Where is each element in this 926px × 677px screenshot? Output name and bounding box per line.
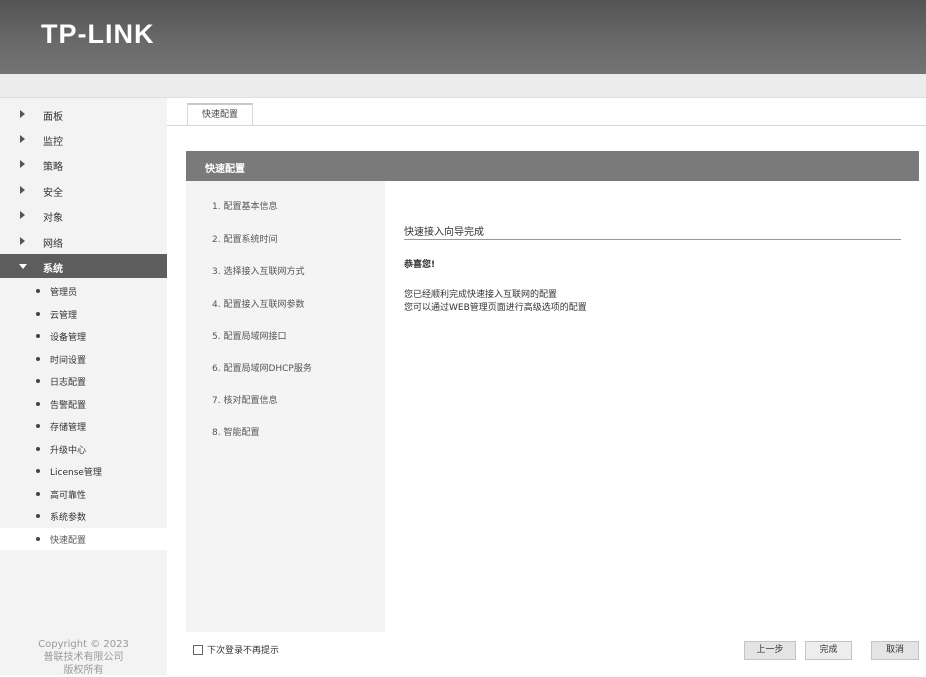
sidebar-subitem-label: 云管理 [50,311,78,321]
caret-right-icon [20,110,25,118]
sidebar-subitem-label: 升级中心 [50,446,87,456]
caret-right-icon [20,160,25,168]
bullet-icon [36,379,40,383]
sidebar-item-label: 对象 [43,213,63,224]
completion-title: 快速接入向导完成 [404,227,484,238]
tab-quick-setup[interactable]: 快速配置 [187,103,253,126]
sidebar-item-security[interactable]: 安全 [0,178,167,202]
wizard-step: 8. 智能配置 [212,428,260,438]
bullet-icon [36,334,40,338]
sidebar-subitem-label: License管理 [50,468,102,478]
sidebar-subitem-label: 设备管理 [50,333,87,343]
sidebar-item-label: 系统 [43,264,63,275]
sidebar-subitem-quick-setup[interactable]: 快速配置 [0,528,167,550]
bullet-icon [36,402,40,406]
checkbox-icon[interactable] [193,645,203,655]
caret-right-icon [20,186,25,194]
finish-button[interactable]: 完成 [805,641,852,660]
top-header: TP-LINK [0,0,926,74]
brand-logo: TP-LINK [41,19,155,49]
sidebar-subitem-cloud[interactable]: 云管理 [0,303,167,325]
company-line: 普联技术有限公司 [43,652,124,663]
sidebar-item-system[interactable]: 系统 [0,254,167,278]
wizard-step: 7. 核对配置信息 [212,396,278,406]
bullet-icon [36,537,40,541]
sidebar-subitem-time[interactable]: 时间设置 [0,348,167,370]
wizard-step: 4. 配置接入互联网参数 [212,300,305,310]
cancel-button[interactable]: 取消 [871,641,919,660]
sidebar-item-label: 监控 [43,137,63,148]
sidebar-subitem-upgrade[interactable]: 升级中心 [0,438,167,460]
sidebar-subitem-label: 日志配置 [50,378,87,388]
wizard-steps: 1. 配置基本信息 2. 配置系统时间 3. 选择接入互联网方式 4. 配置接入… [186,181,385,632]
sidebar-subitem-admin[interactable]: 管理员 [0,280,167,302]
wizard-step: 5. 配置局域网接口 [212,332,287,342]
sidebar-item-network[interactable]: 网络 [0,229,167,253]
copyright-line: Copyright © 2023 [38,639,129,650]
caret-down-icon [19,264,27,269]
sidebar-subitem-alarm[interactable]: 告警配置 [0,393,167,415]
sidebar-subitem-params[interactable]: 系统参数 [0,505,167,527]
sidebar: 面板 监控 策略 安全 对象 网络 系统 管理员 云管理 设备管理 时间设置 日… [0,98,167,677]
sidebar-item-label: 策略 [43,162,63,173]
header-sub-bar [0,74,926,98]
sidebar-subitem-label: 时间设置 [50,356,87,366]
sidebar-subitem-device[interactable]: 设备管理 [0,325,167,347]
sidebar-item-monitor[interactable]: 监控 [0,127,167,151]
bullet-icon [36,357,40,361]
sidebar-item-label: 面板 [43,112,63,123]
sidebar-item-objects[interactable]: 对象 [0,203,167,227]
caret-right-icon [20,135,25,143]
sidebar-subitem-ha[interactable]: 高可靠性 [0,483,167,505]
congrats-text: 恭喜您! [404,260,436,270]
panel-header: 快速配置 [186,151,919,181]
title-divider [404,239,901,240]
sidebar-subitem-label: 高可靠性 [50,491,87,501]
sidebar-subitem-label: 快速配置 [50,536,87,546]
bullet-icon [36,289,40,293]
checkbox-label: 下次登录不再提示 [207,646,280,656]
wizard-step: 1. 配置基本信息 [212,202,278,212]
copyright-notice: Copyright © 2023 普联技术有限公司 版权所有 [0,638,167,677]
sidebar-item-label: 安全 [43,188,63,199]
sidebar-subitem-storage[interactable]: 存储管理 [0,415,167,437]
rights-line: 版权所有 [63,665,104,676]
bullet-icon [36,492,40,496]
bullet-icon [36,514,40,518]
wizard-step: 3. 选择接入互联网方式 [212,267,305,277]
bullet-icon [36,469,40,473]
bullet-icon [36,424,40,428]
caret-right-icon [20,237,25,245]
sidebar-item-policy[interactable]: 策略 [0,152,167,176]
bullet-icon [36,447,40,451]
advanced-config-message: 您可以通过WEB管理页面进行高级选项的配置 [404,303,587,313]
tab-bar-divider [167,125,926,126]
panel-title: 快速配置 [205,164,245,175]
sidebar-subitem-label: 系统参数 [50,513,87,523]
previous-button[interactable]: 上一步 [744,641,796,660]
wizard-content: 快速接入向导完成 恭喜您! 您已经顺利完成快速接入互联网的配置 您可以通过WEB… [385,181,919,632]
sidebar-subitem-label: 告警配置 [50,401,87,411]
sidebar-subitem-label: 管理员 [50,288,78,298]
bullet-icon [36,312,40,316]
sidebar-subitem-label: 存储管理 [50,423,87,433]
sidebar-item-label: 网络 [43,239,63,250]
completion-message: 您已经顺利完成快速接入互联网的配置 [404,290,558,300]
wizard-step: 2. 配置系统时间 [212,235,278,245]
dont-show-again-checkbox[interactable]: 下次登录不再提示 [193,643,279,656]
sidebar-subitem-license[interactable]: License管理 [0,460,167,482]
caret-right-icon [20,211,25,219]
sidebar-subitem-log[interactable]: 日志配置 [0,370,167,392]
wizard-step: 6. 配置局域网DHCP服务 [212,364,312,374]
sidebar-item-panel[interactable]: 面板 [0,102,167,126]
